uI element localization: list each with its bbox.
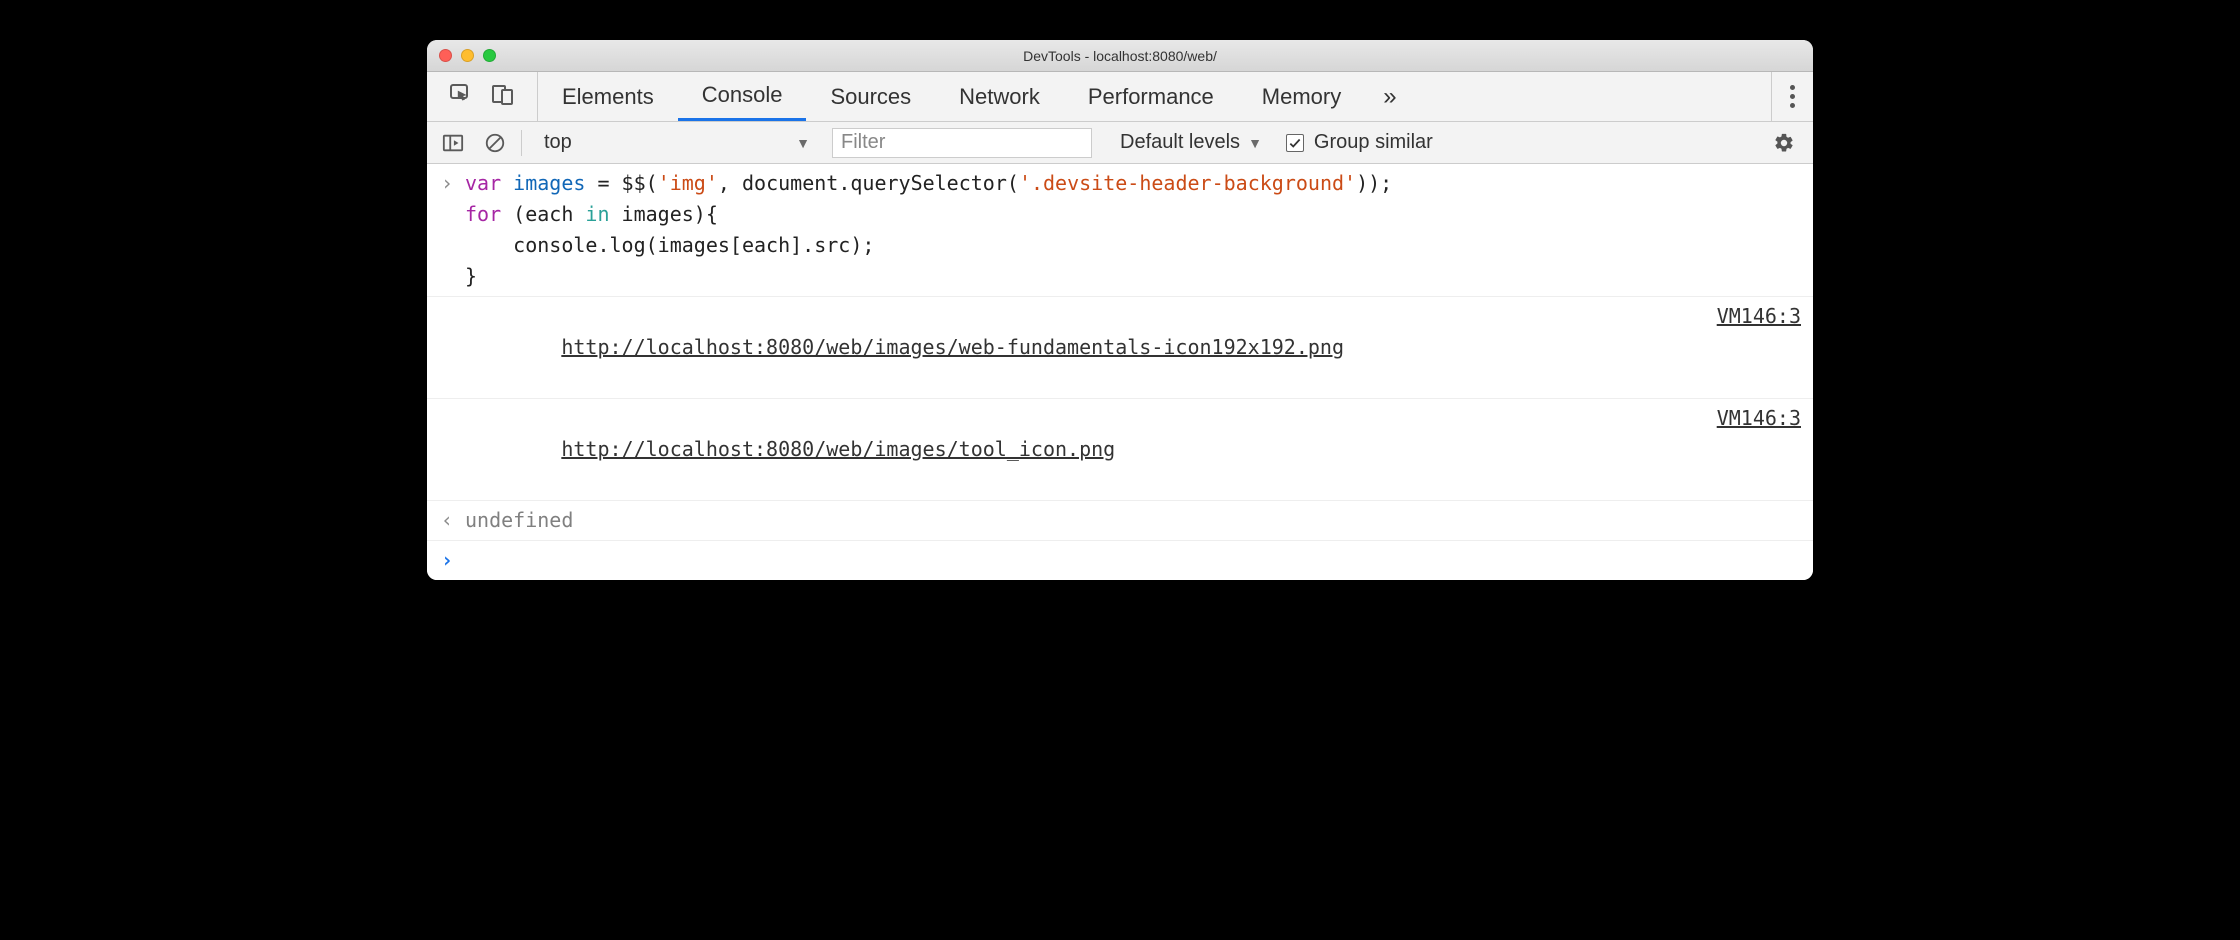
tab-label: Console [702,82,783,108]
log-message-link[interactable]: http://localhost:8080/web/images/web-fun… [561,335,1344,359]
console-output: › var images = $$('img', document.queryS… [427,164,1813,580]
clear-console-button[interactable] [479,127,511,159]
log-source-link[interactable]: VM146:3 [1717,403,1801,496]
levels-label: Default levels [1120,131,1240,154]
inspect-element-icon[interactable] [449,82,473,111]
console-settings-button[interactable] [1771,127,1803,159]
tab-label: Performance [1088,84,1214,110]
log-content: http://localhost:8080/web/images/web-fun… [465,301,1703,394]
devtools-window: DevTools - localhost:8080/web/ Elements … [427,40,1813,580]
result-value: undefined [465,505,1801,536]
console-input-row: › var images = $$('img', document.queryS… [427,164,1813,297]
execution-context-select[interactable]: top ▼ [532,131,822,154]
devtools-tabstrip: Elements Console Sources Network Perform… [427,72,1813,122]
console-log-row: http://localhost:8080/web/images/tool_ic… [427,399,1813,501]
tab-network[interactable]: Network [935,72,1064,121]
chevron-down-icon: ▼ [1248,135,1262,151]
tab-memory[interactable]: Memory [1238,72,1365,121]
chevron-down-icon: ▼ [796,135,810,151]
console-prompt-input[interactable] [465,545,1801,576]
minimize-window-button[interactable] [461,49,474,62]
divider [521,130,522,156]
devtools-tabs: Elements Console Sources Network Perform… [538,72,1365,121]
tab-label: Memory [1262,84,1341,110]
gutter-spacer [439,301,465,394]
console-prompt-row[interactable]: › [427,541,1813,580]
group-similar-label: Group similar [1314,131,1433,154]
console-result-row: › undefined [427,501,1813,541]
close-window-button[interactable] [439,49,452,62]
tab-label: Sources [830,84,911,110]
log-source-link[interactable]: VM146:3 [1717,301,1801,394]
log-content: http://localhost:8080/web/images/tool_ic… [465,403,1703,496]
window-title: DevTools - localhost:8080/web/ [437,48,1803,64]
output-chevron-icon: › [439,505,465,536]
tabs-overflow-button[interactable]: » [1365,72,1414,121]
console-log-row: http://localhost:8080/web/images/web-fun… [427,297,1813,399]
devtools-menu-button[interactable] [1771,72,1813,121]
inspect-tools-group [427,72,538,121]
kebab-menu-icon [1790,85,1795,108]
log-message-link[interactable]: http://localhost:8080/web/images/tool_ic… [561,437,1115,461]
context-select-label: top [544,131,572,154]
tab-console[interactable]: Console [678,72,807,121]
tab-label: Elements [562,84,654,110]
log-levels-select[interactable]: Default levels ▼ [1120,131,1262,154]
gutter-spacer [439,403,465,496]
tab-elements[interactable]: Elements [538,72,678,121]
console-filter-input[interactable] [832,128,1092,158]
group-similar-toggle[interactable]: Group similar [1286,131,1433,154]
tab-sources[interactable]: Sources [806,72,935,121]
input-chevron-icon: › [439,168,465,292]
maximize-window-button[interactable] [483,49,496,62]
toggle-console-sidebar-button[interactable] [437,127,469,159]
traffic-lights [439,49,496,62]
checkbox-checked-icon [1286,134,1304,152]
prompt-chevron-icon: › [439,545,465,576]
titlebar[interactable]: DevTools - localhost:8080/web/ [427,40,1813,72]
console-toolbar: top ▼ Default levels ▼ Group similar [427,122,1813,164]
tab-performance[interactable]: Performance [1064,72,1238,121]
console-input-code[interactable]: var images = $$('img', document.querySel… [465,168,1801,292]
device-toolbar-icon[interactable] [491,82,515,111]
tab-label: Network [959,84,1040,110]
chevron-double-right-icon: » [1383,83,1396,111]
